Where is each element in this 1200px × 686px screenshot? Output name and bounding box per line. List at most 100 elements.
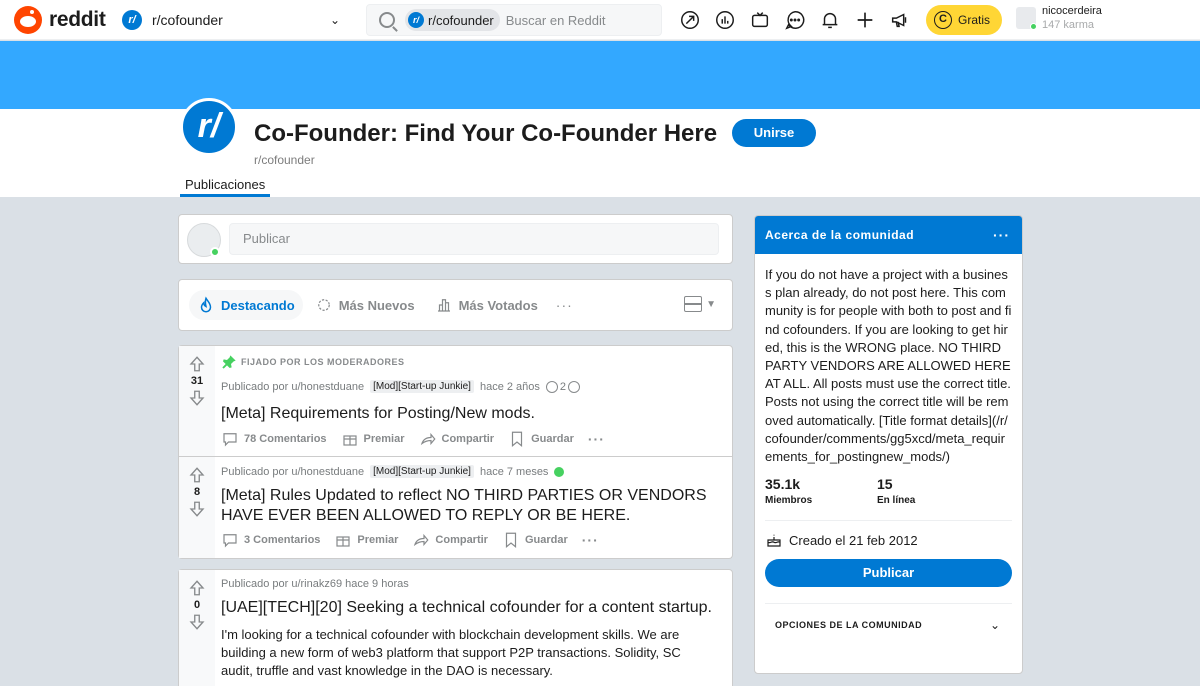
share-icon (414, 533, 429, 547)
post-card[interactable]: 0 Publicado por u/rinakz69 hace 9 horas … (178, 569, 733, 686)
share-icon (420, 432, 436, 446)
post-meta: Publicado por u/rinakz69 hace 9 horas (221, 578, 409, 590)
plus-icon[interactable] (853, 8, 877, 32)
tv-icon[interactable] (748, 8, 772, 32)
post-author[interactable]: Publicado por u/rinakz69 hace 9 horas (221, 578, 409, 590)
search-chip-label: r/cofounder (428, 12, 494, 28)
downvote-icon[interactable] (187, 612, 207, 632)
cake-icon (767, 534, 781, 547)
megaphone-icon[interactable] (888, 8, 912, 32)
chevron-down-icon: ⌄ (329, 13, 340, 27)
popular-icon[interactable] (678, 8, 702, 32)
header-icons (678, 8, 923, 32)
card-view-icon (684, 296, 703, 312)
bell-icon[interactable] (818, 8, 842, 32)
post-time[interactable]: hace 2 años (480, 381, 540, 393)
vote-count: 0 (193, 599, 201, 611)
save-button[interactable]: Guardar (502, 531, 568, 549)
sort-top-label: Más Votados (458, 297, 538, 313)
post-more-button[interactable]: ··· (588, 431, 605, 447)
community-options-toggle[interactable]: OPCIONES DE LA COMUNIDAD ⌄ (755, 604, 1022, 632)
post-more-button[interactable]: ··· (582, 532, 599, 548)
post-meta: Publicado por u/honestduane [Mod][Start-… (221, 465, 565, 478)
sort-new-label: Más Nuevos (338, 297, 415, 313)
create-post-button[interactable]: Publicar (765, 559, 1012, 588)
post-card[interactable]: 31 FIJADO POR LOS MODERADORES Publicado … (178, 345, 733, 457)
create-post-input[interactable]: Publicar (229, 223, 719, 255)
post-time[interactable]: hace 7 meses (480, 466, 548, 478)
post-title[interactable]: [Meta] Requirements for Posting/New mods… (221, 404, 535, 424)
share-button[interactable]: Compartir (412, 531, 488, 549)
stats-icon[interactable] (713, 8, 737, 32)
members-count: 35.1k (765, 476, 801, 493)
subreddit-banner (0, 41, 1200, 109)
save-button[interactable]: Guardar (508, 430, 574, 448)
chat-icon[interactable] (783, 8, 807, 32)
share-button[interactable]: Compartir (419, 430, 494, 448)
search-icon (379, 12, 395, 28)
upvote-icon[interactable] (187, 465, 207, 485)
post-title[interactable]: [UAE][TECH][20] Seeking a technical cofo… (221, 598, 712, 618)
post-author[interactable]: Publicado por u/honestduane (221, 381, 364, 393)
search-community-chip[interactable]: r/ r/cofounder (405, 9, 500, 31)
award-count: 2 (559, 380, 567, 393)
community-options-label: OPCIONES DE LA COMUNIDAD (775, 620, 923, 631)
vote-count: 8 (193, 486, 201, 498)
community-stats: 35.1k Miembros 15 En línea (755, 466, 1022, 506)
user-flair: [Mod][Start-up Junkie] (370, 380, 474, 393)
about-more-button[interactable]: ··· (993, 227, 1010, 243)
comments-button[interactable]: 3 Comentarios (221, 531, 320, 549)
subreddit-name: r/cofounder (254, 153, 315, 167)
pinned-label: FIJADO POR LOS MODERADORES (221, 354, 405, 370)
community-icon: r/ (122, 10, 142, 30)
comments-button[interactable]: 78 Comentarios (221, 430, 327, 448)
chevron-down-icon: ⌄ (989, 618, 1000, 633)
downvote-icon[interactable] (187, 388, 207, 408)
coin-icon: C (934, 11, 952, 29)
post-title[interactable]: [Meta] Rules Updated to reflect NO THIRD… (221, 486, 724, 526)
search-bar[interactable]: r/ r/cofounder Buscar en Reddit (366, 4, 662, 36)
sort-new-button[interactable]: Más Nuevos (307, 290, 423, 320)
subreddit-title: Co-Founder: Find Your Co-Founder Here (254, 120, 718, 147)
view-layout-button[interactable]: ▼ (684, 296, 716, 312)
bookmark-icon (505, 532, 517, 549)
gift-icon (336, 536, 351, 547)
award-button[interactable]: Premiar (341, 430, 405, 448)
free-coins-label: Gratis (958, 13, 991, 27)
tab-posts[interactable]: Publicaciones (180, 177, 271, 197)
downvote-icon[interactable] (187, 499, 207, 519)
community-dropdown[interactable]: r/ r/cofounder ⌄ (122, 5, 350, 35)
subreddit-icon: r/ (180, 98, 238, 156)
sort-more-button[interactable]: ··· (556, 297, 573, 313)
reddit-logo-text: reddit (49, 7, 106, 31)
user-avatar[interactable] (187, 223, 221, 257)
post-actions: 78 Comentarios Premiar Compartir Guardar… (221, 430, 605, 448)
reddit-logo[interactable]: reddit (14, 5, 114, 34)
created-date: Creado el 21 feb 2012 (755, 521, 1022, 549)
pin-icon (222, 355, 236, 369)
gift-icon (342, 435, 357, 446)
post-card[interactable]: 8 Publicado por u/honestduane [Mod][Star… (178, 457, 733, 559)
vote-column: 31 (179, 346, 215, 456)
post-author[interactable]: Publicado por u/honestduane (221, 466, 364, 478)
search-input[interactable]: Buscar en Reddit (506, 13, 606, 28)
sort-hot-button[interactable]: Destacando (189, 290, 303, 320)
sort-top-button[interactable]: Más Votados (427, 290, 546, 320)
upvote-icon[interactable] (187, 578, 207, 598)
free-coins-button[interactable]: C Gratis (926, 5, 1002, 35)
members-label: Miembros (765, 495, 813, 507)
online-indicator (210, 247, 220, 257)
post-meta: Publicado por u/honestduane [Mod][Start-… (221, 380, 582, 393)
community-description: If you do not have a project with a busi… (765, 267, 1012, 465)
online-count: 15 (877, 476, 893, 493)
award-button[interactable]: Premiar (334, 531, 398, 549)
about-header: Acerca de la comunidad ··· (755, 216, 1022, 254)
username: nicocerdeira (1042, 5, 1102, 17)
join-button[interactable]: Unirse (732, 119, 816, 147)
upvote-icon[interactable] (187, 354, 207, 374)
user-flair: [Mod][Start-up Junkie] (370, 465, 474, 478)
reddit-logo-icon (14, 5, 42, 34)
user-menu[interactable]: nicocerdeira 147 karma (1016, 5, 1102, 31)
sort-bar: Destacando Más Nuevos Más Votados ··· ▼ (178, 279, 733, 331)
about-community-widget: Acerca de la comunidad ··· If you do not… (754, 215, 1023, 674)
